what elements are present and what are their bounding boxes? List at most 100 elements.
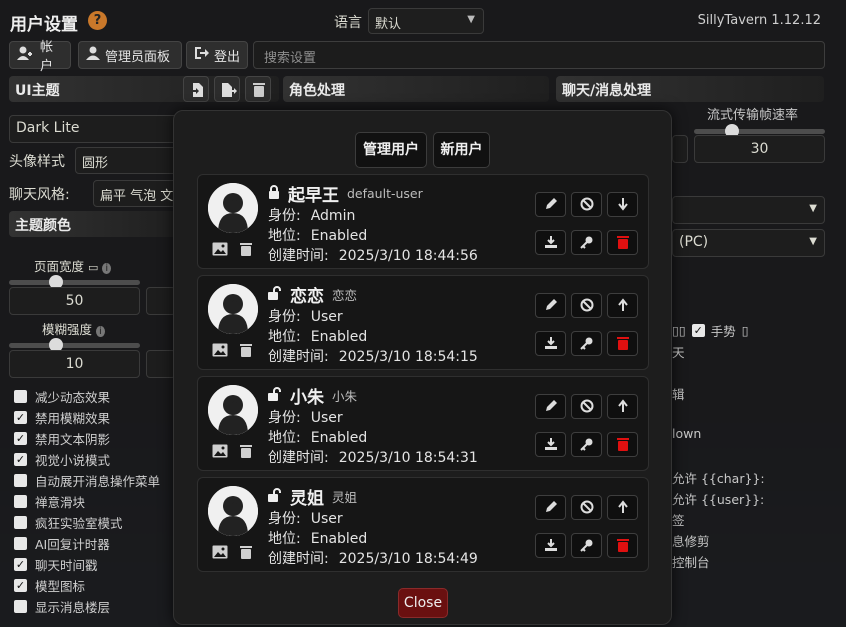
reset-password-button[interactable] [571,432,602,457]
ban-icon [580,500,594,518]
checkbox[interactable] [14,389,27,403]
reset-password-button[interactable] [571,230,602,255]
delete-user-button[interactable] [607,533,638,558]
checkbox[interactable] [14,599,27,613]
stream-fps-input[interactable]: 30 [694,135,825,163]
checkbox[interactable]: ✓ [14,578,27,592]
checkbox-row[interactable]: 显示消息楼层 [14,596,110,616]
avatar-style-select[interactable]: 圆形 [75,147,179,174]
image-icon[interactable] [212,242,228,260]
pencil-icon [544,299,558,316]
blur-input[interactable]: 10 [9,350,140,378]
delete-theme-button[interactable] [245,76,271,102]
tab-new-user[interactable]: 新用户 [433,132,490,168]
theme-select[interactable]: Dark Lite [9,115,179,143]
avatar: ? [208,284,258,334]
right-snippet-text: 允许 {{char}}: [672,471,765,486]
checkbox[interactable] [14,515,27,529]
image-icon[interactable] [212,444,228,462]
disable-user-button[interactable] [571,394,602,419]
right-select-1[interactable]: ▼ [672,196,825,224]
edit-user-button[interactable] [535,394,566,419]
adjacent-input-2[interactable] [146,350,176,378]
checkbox-row[interactable]: 自动展开消息操作菜单 [14,470,160,490]
checkbox[interactable] [14,473,27,487]
user-status-label: 地位: [268,531,301,547]
checkbox[interactable]: ✓ [14,557,27,571]
delete-user-button[interactable] [607,432,638,457]
logout-button[interactable]: 登出 [186,41,248,69]
demote-user-button[interactable] [607,192,638,217]
backup-user-button[interactable] [535,432,566,457]
disable-user-button[interactable] [571,495,602,520]
trash-icon[interactable] [240,343,252,361]
key-icon [579,337,594,354]
disable-user-button[interactable] [571,192,602,217]
checkbox[interactable] [14,494,27,508]
image-icon[interactable] [212,343,228,361]
reset-password-button[interactable] [571,331,602,356]
trash-icon[interactable] [240,545,252,563]
edit-user-button[interactable] [535,495,566,520]
stream-fps-label: 流式传输帧速率 [707,108,799,123]
checkbox-row[interactable]: AI回复计时器 [14,533,110,553]
edit-user-button[interactable] [535,192,566,217]
stream-fps-slider-track[interactable] [694,129,825,134]
help-icon[interactable]: ? [88,11,107,30]
user-name-row: 小朱 小朱 [268,383,357,408]
import-theme-button[interactable] [183,76,209,102]
ui-theme-heading: UI主题 [15,83,60,99]
language-select[interactable]: 默认 ▼ [368,8,484,34]
page-width-label-text: 页面宽度 [34,259,85,274]
admin-panel-button[interactable]: 管理员面板 [78,41,182,69]
checkbox[interactable]: ✓ [14,410,27,424]
blur-slider-track[interactable] [9,343,140,348]
reset-password-button[interactable] [571,533,602,558]
image-icon[interactable] [212,545,228,563]
trash-icon[interactable] [240,242,252,260]
delete-user-button[interactable] [607,331,638,356]
user-status-line: 地位: Enabled [268,427,367,447]
checkbox-row[interactable]: 减少动态效果 [14,386,110,406]
promote-user-button[interactable] [607,495,638,520]
close-button[interactable]: Close [398,588,448,618]
chat-style-select[interactable]: 扁平 气泡 文 [93,180,179,207]
user-handle: 小朱 [332,389,358,404]
checkbox-row[interactable]: ✓ 禁用文本阴影 [14,428,110,448]
checkbox-row[interactable]: ✓ 禁用模糊效果 [14,407,110,427]
checkbox-row[interactable]: ✓ 模型图标 [14,575,85,595]
adjacent-input-1[interactable] [146,287,176,315]
checkbox[interactable]: ✓ [14,452,27,466]
user-name-row: 起早王 default-user [268,181,423,206]
checkbox[interactable] [14,536,27,550]
right-select-2[interactable]: (PC) ▼ [672,229,825,257]
avatar-style-value: 圆形 [82,156,109,171]
user-card: ? 起早王 default-user 身份: Admin 地位: Enabled 创建时间: 2… [197,174,649,269]
adjacent-input-3[interactable] [672,135,688,163]
checkbox-row[interactable]: ✓ 视觉小说模式 [14,449,110,469]
promote-user-button[interactable] [607,293,638,318]
user-role-label: 身份: [268,208,301,224]
edit-user-button[interactable] [535,293,566,318]
tab-manage-users[interactable]: 管理用户 [355,132,427,168]
delete-user-button[interactable] [607,230,638,255]
export-theme-button[interactable] [214,76,240,102]
disable-user-button[interactable] [571,293,602,318]
trash-icon[interactable] [240,444,252,462]
account-button[interactable]: 帐户 [9,40,71,74]
checkbox-row[interactable]: 禅意滑块 [14,491,85,511]
page-width-input[interactable]: 50 [9,287,140,315]
checkbox-row[interactable]: ✓ 聊天时间戳 [14,554,98,574]
user-created-value: 2025/3/10 18:54:31 [338,450,478,466]
gesture-checkbox[interactable]: ✓ [691,324,705,337]
checkbox-row[interactable]: 疯狂实验室模式 [14,512,123,532]
checkbox[interactable]: ✓ [14,431,27,445]
arrow-up-icon [616,500,630,518]
page-width-slider-track[interactable] [9,280,140,285]
backup-user-button[interactable] [535,331,566,356]
settings-search-input[interactable]: 搜索设置 [253,41,825,69]
backup-user-button[interactable] [535,533,566,558]
chat-handling-heading: 聊天/消息处理 [562,83,652,99]
backup-user-button[interactable] [535,230,566,255]
promote-user-button[interactable] [607,394,638,419]
